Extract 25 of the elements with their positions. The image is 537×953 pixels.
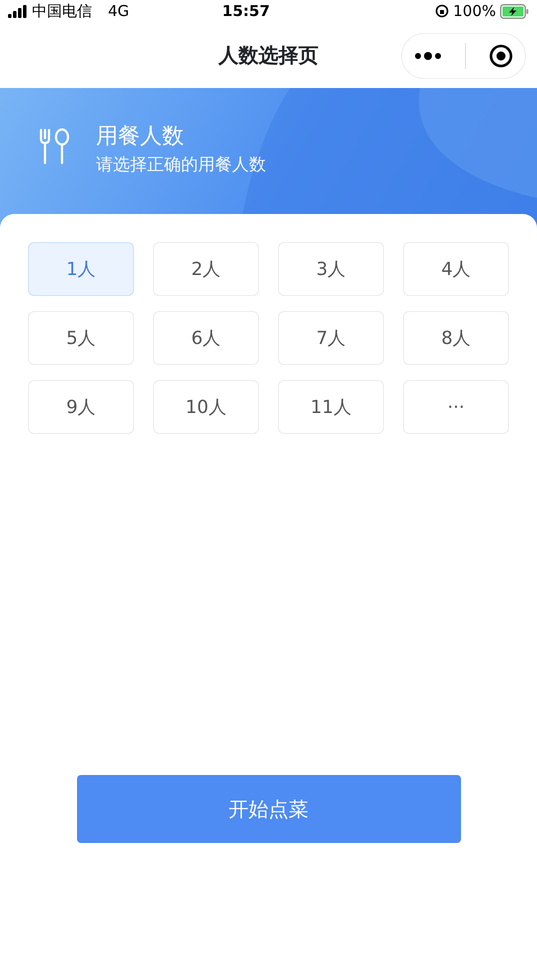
signal-icon (8, 4, 28, 18)
party-size-option[interactable]: 11人 (278, 380, 384, 434)
close-icon[interactable] (489, 44, 514, 68)
orientation-lock-icon (435, 4, 450, 18)
header-subtitle: 请选择正确的用餐人数 (96, 154, 266, 177)
party-size-option[interactable]: 4人 (403, 242, 509, 296)
header-title: 用餐人数 (96, 123, 185, 151)
party-size-option[interactable]: 3人 (278, 242, 384, 296)
party-size-option[interactable]: 6人 (153, 311, 259, 365)
party-size-option[interactable]: 10人 (153, 380, 259, 434)
network-type: 4G (108, 0, 130, 22)
battery-percent: 100% (453, 0, 496, 22)
party-size-option[interactable]: 1人 (28, 242, 134, 296)
party-size-option[interactable]: 8人 (403, 311, 509, 365)
party-size-option[interactable]: 5人 (28, 311, 134, 365)
clock-time: 15:57 (222, 0, 270, 22)
more-icon[interactable] (414, 51, 442, 61)
party-size-option[interactable]: ··· (403, 380, 509, 434)
fork-spoon-icon (38, 128, 72, 166)
party-size-option[interactable]: 2人 (153, 242, 259, 296)
page-title: 人数选择页 (218, 42, 318, 69)
battery-charging-icon (500, 4, 529, 18)
party-size-option[interactable]: 7人 (278, 311, 384, 365)
party-size-option[interactable]: 9人 (28, 380, 134, 434)
carrier-name: 中国电信 (32, 0, 92, 22)
